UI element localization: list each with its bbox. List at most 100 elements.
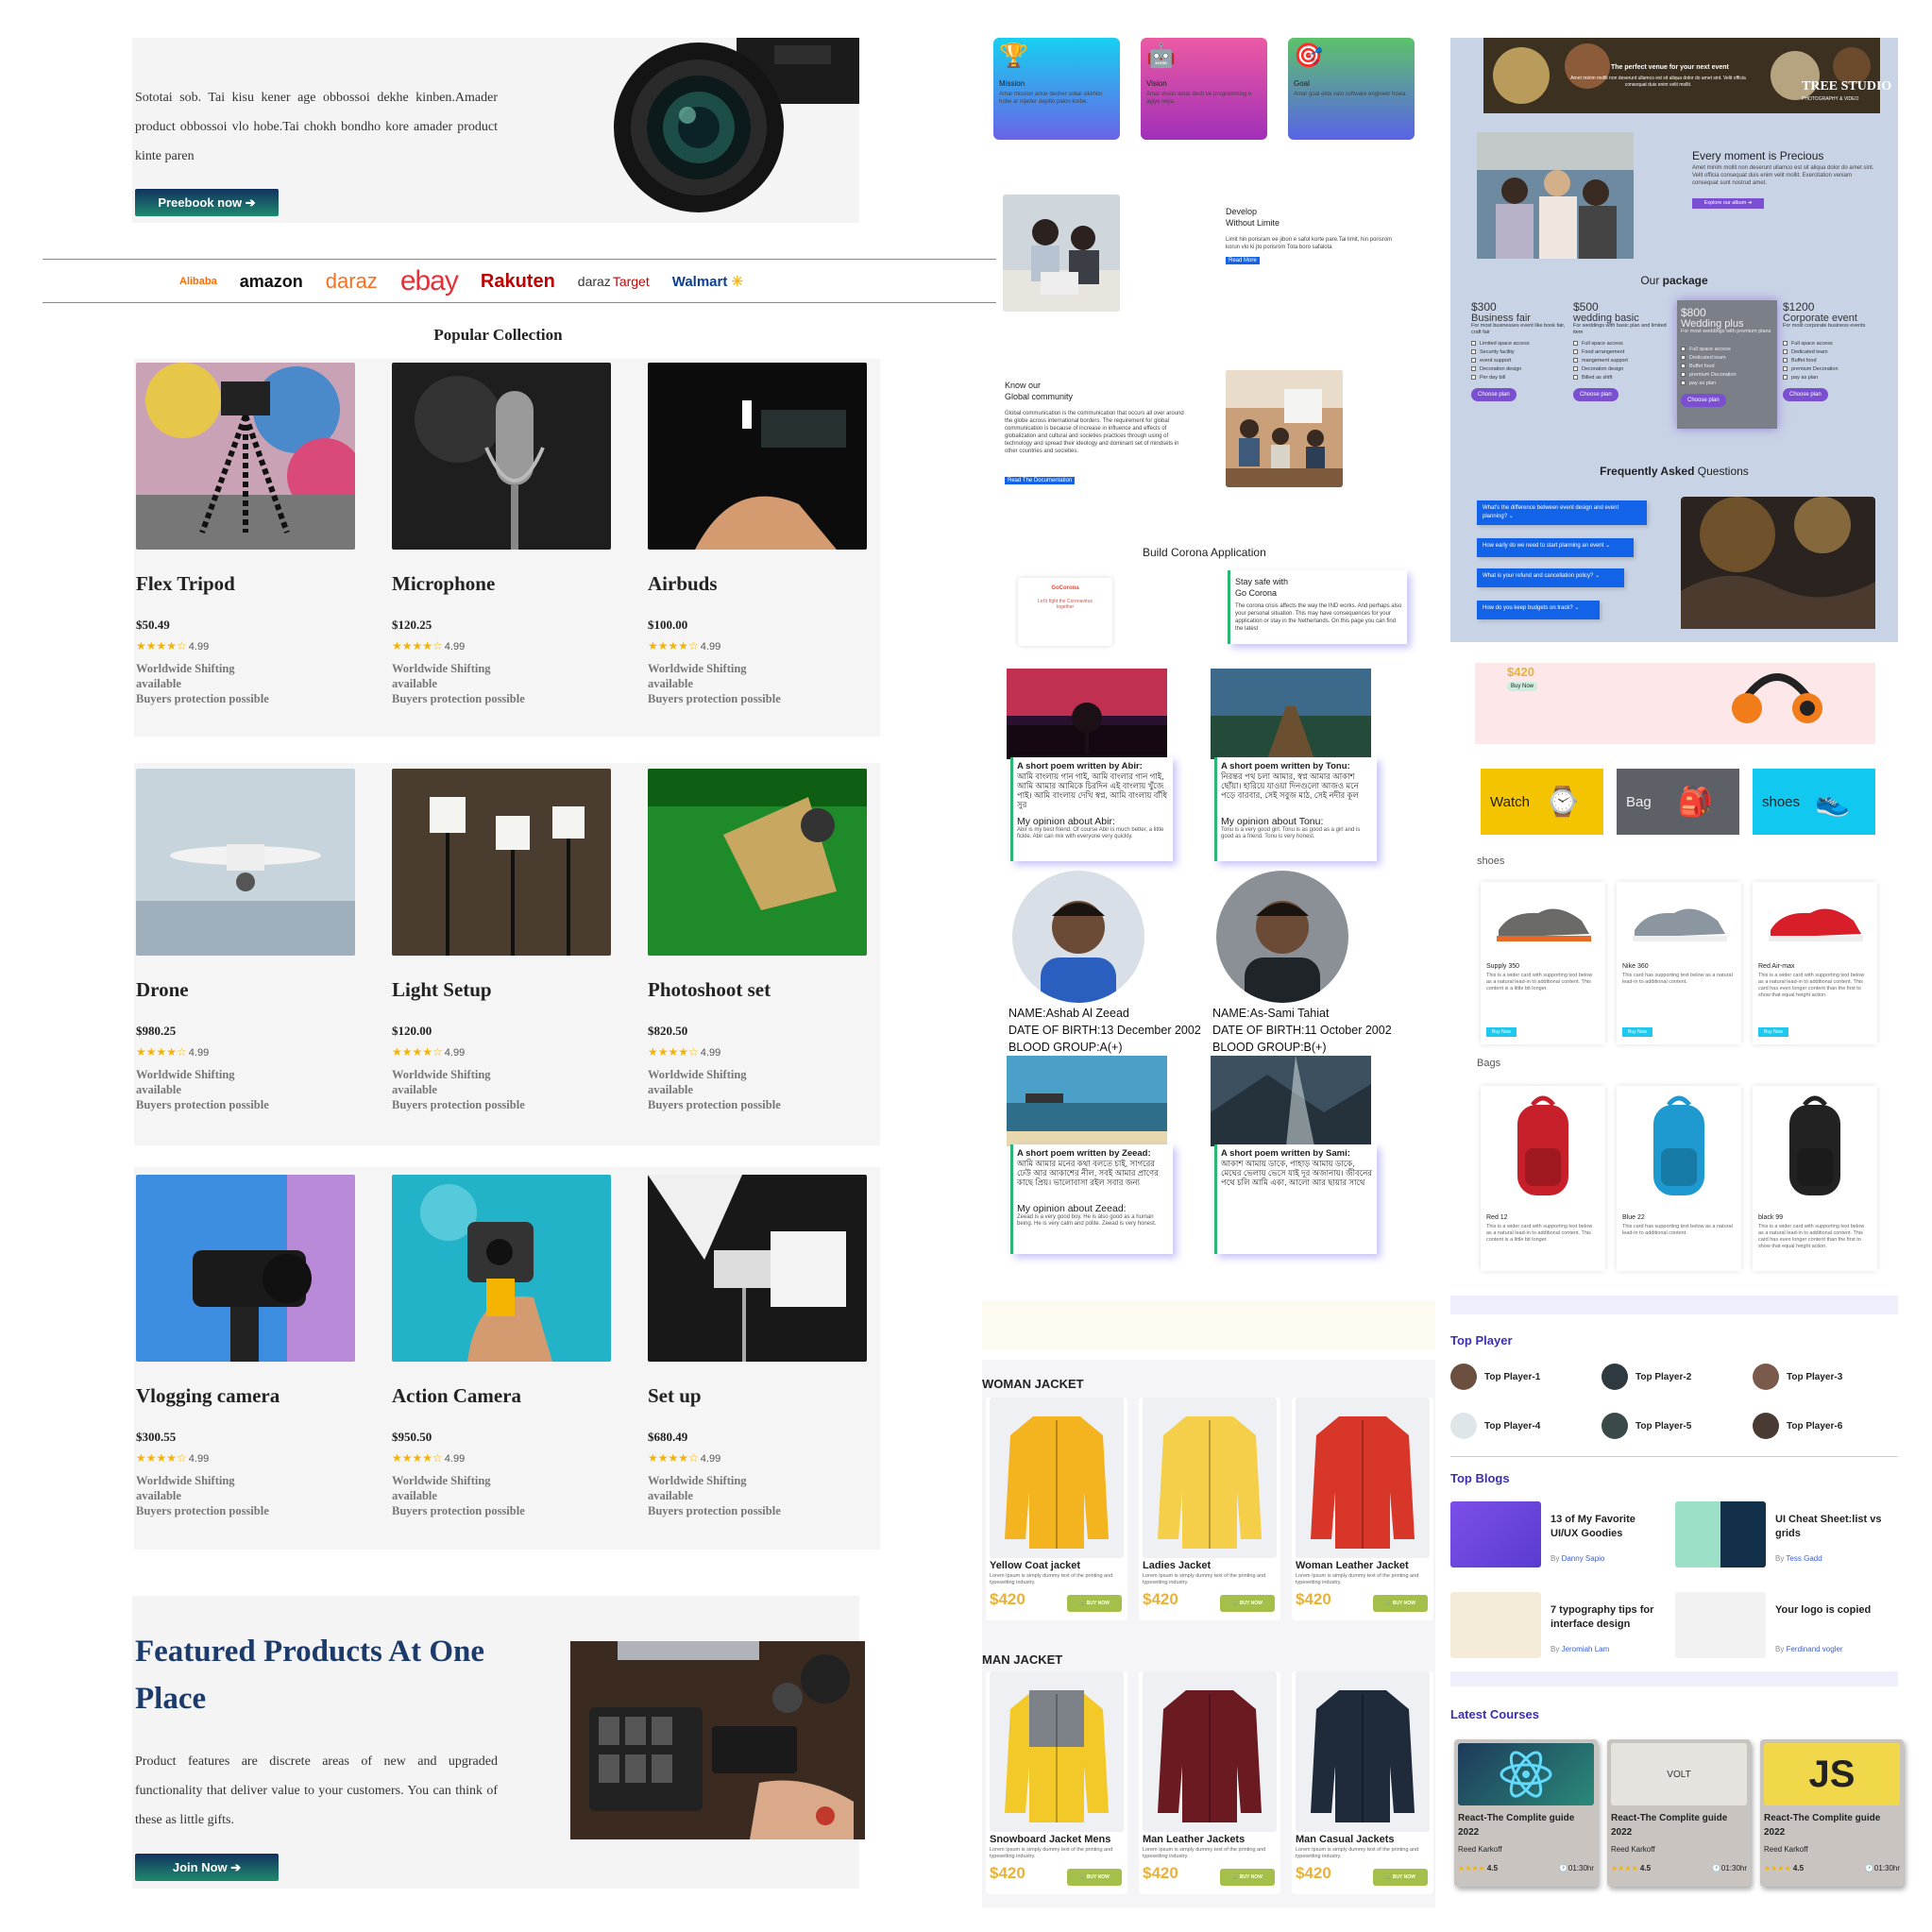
product-card[interactable]: Flex Tripod $50.49 ★★★★☆ 4.99 Worldwide Shif… — [136, 363, 355, 731]
checkbox-icon[interactable] — [1783, 358, 1788, 364]
buy-now-button[interactable]: 🛒 BUY NOW — [1373, 1595, 1428, 1612]
category-watch[interactable]: Watch ⌚ — [1481, 769, 1603, 835]
read-more-button[interactable]: Read More — [1226, 257, 1260, 264]
students-image — [1003, 195, 1120, 312]
checkbox-icon[interactable] — [1471, 366, 1476, 372]
player-item[interactable]: Top Player-5 — [1602, 1413, 1691, 1439]
prebook-button[interactable]: Preebook now ➔ — [135, 189, 279, 216]
woman-jacket-card[interactable]: Ladies Jacket Lorem Ipsum is simply dummy… — [1139, 1398, 1280, 1620]
product-card[interactable]: Photoshoot set $820.50 ★★★★☆ 4.99 Worldwide … — [648, 769, 867, 1137]
player-item[interactable]: Top Player-4 — [1450, 1413, 1540, 1439]
blog-author[interactable]: Tess Gadd — [1786, 1554, 1822, 1563]
checkbox-icon[interactable] — [1681, 347, 1686, 352]
choose-plan-button[interactable]: Choose plan — [1471, 388, 1517, 401]
man-jacket-card[interactable]: Snowboard Jacket Mens Lorem Ipsum is simp… — [986, 1671, 1127, 1894]
buy-now-button[interactable]: 🛒 BUY NOW — [1067, 1869, 1122, 1886]
blog-item[interactable]: Your logo is copied By Ferdinand vogler — [1675, 1592, 1892, 1658]
checkbox-icon[interactable] — [1471, 358, 1476, 364]
faq-question[interactable]: What's the difference between event desi… — [1477, 500, 1647, 525]
portrait-photo — [1216, 871, 1348, 1003]
choose-plan-button[interactable]: Choose plan — [1573, 388, 1618, 401]
buy-now-button[interactable]: 🛒 BUY NOW — [1220, 1869, 1275, 1886]
headphone-buy-button[interactable]: Buy Now — [1507, 682, 1538, 691]
buy-now-button[interactable]: 🛒 BUY NOW — [1067, 1595, 1122, 1612]
checkbox-icon[interactable] — [1573, 366, 1578, 372]
course-author: Reed Karkoff — [1458, 1845, 1502, 1854]
choose-plan-button[interactable]: Choose plan — [1783, 388, 1828, 401]
checkbox-icon[interactable] — [1471, 375, 1476, 381]
checkbox-icon[interactable] — [1681, 364, 1686, 369]
gocorona-tagline: Let's fight the Coronavirus together — [1038, 599, 1093, 610]
product-name: Flex Tripod — [136, 572, 235, 595]
woman-jacket-card[interactable]: Woman Leather Jacket Lorem Ipsum is simpl… — [1292, 1398, 1433, 1620]
player-item[interactable]: Top Player-1 — [1450, 1364, 1540, 1390]
course-card[interactable]: React-The Complite guide 2022 Reed Karkof… — [1454, 1739, 1598, 1887]
shoe-card[interactable]: Supply 350 This is a wider card with supp… — [1481, 882, 1605, 1044]
checkbox-icon[interactable] — [1681, 372, 1686, 378]
join-now-button[interactable]: Join Now ➔ — [135, 1854, 279, 1881]
camera-image — [614, 38, 859, 212]
product-card[interactable]: Light Setup $120.00 ★★★★☆ 4.99 Worldwide Shi… — [392, 769, 611, 1137]
blog-author[interactable]: Ferdinand vogler — [1787, 1645, 1843, 1653]
blog-author[interactable]: Jeromiah Lam — [1562, 1645, 1610, 1653]
bag-card[interactable]: Red 12 This is a wider card with supporti… — [1481, 1086, 1605, 1271]
ebay-logo: ebay — [399, 265, 459, 297]
checkbox-icon[interactable] — [1783, 341, 1788, 347]
buy-now-button[interactable]: Buy Now — [1486, 1027, 1517, 1037]
product-shipping-info: Worldwide Shifting available Buyers protec… — [392, 661, 525, 706]
checkbox-icon[interactable] — [1471, 349, 1476, 355]
player-item[interactable]: Top Player-2 — [1602, 1364, 1691, 1390]
product-card[interactable]: Drone $980.25 ★★★★☆ 4.99 Worldwide Shifting a… — [136, 769, 355, 1137]
player-item[interactable]: Top Player-6 — [1753, 1413, 1842, 1439]
bag-card[interactable]: black 99 This is a wider card with suppor… — [1753, 1086, 1877, 1271]
checkbox-icon[interactable] — [1573, 341, 1578, 347]
man-jacket-card[interactable]: Man Casual Jackets Lorem Ipsum is simply … — [1292, 1671, 1433, 1894]
blog-item[interactable]: UI Cheat Sheet:list vs grids By Tess Gadd — [1675, 1501, 1892, 1568]
jacket-description: Lorem Ipsum is simply dummy text of the … — [1143, 1847, 1266, 1859]
checkbox-icon[interactable] — [1573, 358, 1578, 364]
woman-jacket-card[interactable]: Yellow Coat jacket Lorem Ipsum is simply … — [986, 1398, 1127, 1620]
checkbox-icon[interactable] — [1471, 341, 1476, 347]
player-item[interactable]: Top Player-3 — [1753, 1364, 1842, 1390]
category-bag[interactable]: Bag 🎒 — [1617, 769, 1739, 835]
bag-name: Blue 22 — [1622, 1214, 1645, 1221]
blog-item[interactable]: 7 typography tips for interface design By… — [1450, 1592, 1668, 1658]
jacket-price: $420 — [1296, 1590, 1331, 1608]
faq-question[interactable]: How early do we need to start planning a… — [1477, 538, 1634, 557]
checkbox-icon[interactable] — [1783, 349, 1788, 355]
man-jacket-card[interactable]: Man Leather Jackets Lorem Ipsum is simply… — [1139, 1671, 1280, 1894]
faq-question[interactable]: What is your refund and cancellation pol… — [1477, 568, 1624, 587]
shoe-card[interactable]: Red Air-max This is a wider card with sup… — [1753, 882, 1877, 1044]
shoe-card[interactable]: Nike 360 This card has supporting text be… — [1617, 882, 1741, 1044]
faq-question[interactable]: How do you keep budgets on track? ⌄ — [1477, 601, 1600, 619]
buy-now-button[interactable]: Buy Now — [1758, 1027, 1789, 1037]
checkbox-icon[interactable] — [1681, 381, 1686, 386]
product-card[interactable]: Set up $680.49 ★★★★☆ 4.99 Worldwide Shifting… — [648, 1175, 867, 1543]
explore-album-button[interactable]: Explore our album ➔ — [1692, 198, 1764, 209]
rating-value: 4.99 — [700, 641, 721, 652]
jacket-price: $420 — [990, 1864, 1025, 1882]
choose-plan-button[interactable]: Choose plan — [1681, 394, 1726, 407]
checkbox-icon[interactable] — [1573, 349, 1578, 355]
read-documentation-button[interactable]: Read The Documentation — [1005, 477, 1076, 484]
checkbox-icon[interactable] — [1783, 375, 1788, 381]
course-card[interactable]: JS React-The Complite guide 2022 Reed Kark… — [1760, 1739, 1904, 1887]
category-shoes[interactable]: shoes 👟 — [1753, 769, 1875, 835]
corona-card-title: Stay safe with Go Corona — [1235, 576, 1402, 599]
bag-card[interactable]: Blue 22 This card has supporting text bel… — [1617, 1086, 1741, 1271]
checkbox-icon[interactable] — [1681, 355, 1686, 361]
buy-now-button[interactable]: 🛒 BUY NOW — [1373, 1869, 1428, 1886]
blog-item[interactable]: 13 of My Favorite UI/UX Goodies By Danny … — [1450, 1501, 1668, 1568]
buy-now-button[interactable]: Buy Now — [1622, 1027, 1653, 1037]
checkbox-icon[interactable] — [1573, 375, 1578, 381]
blog-author[interactable]: Danny Sapio — [1562, 1554, 1605, 1563]
product-card[interactable]: Action Camera $950.50 ★★★★☆ 4.99 Worldwide S… — [392, 1175, 611, 1543]
spark-icon: ✳ — [731, 274, 744, 290]
jacket-name: Snowboard Jacket Mens — [990, 1834, 1111, 1845]
product-card[interactable]: Microphone $120.25 ★★★★☆ 4.99 Worldwide Shif… — [392, 363, 611, 731]
product-card[interactable]: Vlogging camera $300.55 ★★★★☆ 4.99 Worldwide… — [136, 1175, 355, 1543]
product-card[interactable]: Airbuds $100.00 ★★★★☆ 4.99 Worldwide Shiftin… — [648, 363, 867, 731]
checkbox-icon[interactable] — [1783, 366, 1788, 372]
buy-now-button[interactable]: 🛒 BUY NOW — [1220, 1595, 1275, 1612]
course-card[interactable]: VOLT React-The Complite guide 2022 Reed Ka… — [1607, 1739, 1751, 1887]
